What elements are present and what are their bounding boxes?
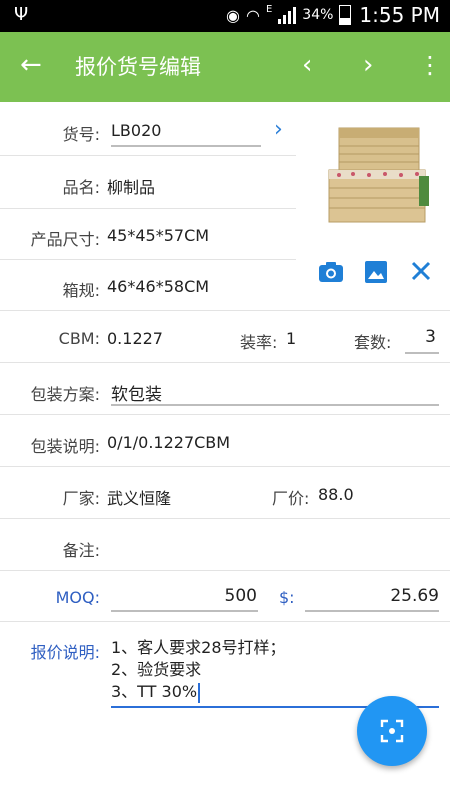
product-name-label: 品名: — [62, 178, 100, 197]
price-label: $: — [279, 588, 295, 607]
scan-icon — [380, 719, 404, 743]
back-arrow-icon[interactable]: ← — [20, 50, 42, 80]
usb-icon: Ψ — [14, 4, 29, 25]
moq-underline — [111, 610, 258, 612]
quote-note-label: 报价说明: — [30, 643, 100, 662]
eye-icon: ◉ — [226, 5, 240, 25]
product-size-row: 产品尺寸: 45*45*57CM — [0, 209, 450, 260]
item-no-label: 货号: — [62, 125, 100, 144]
quote-note-line: 2、验货要求 — [111, 660, 202, 679]
remark-label: 备注: — [62, 541, 100, 560]
carton-size-label: 箱规: — [62, 281, 100, 300]
remark-row: 备注: — [0, 520, 450, 571]
factory-price-value: 88.0 — [318, 485, 354, 504]
moq-field[interactable]: 500 — [225, 586, 257, 606]
packing-plan-label: 包装方案: — [30, 385, 100, 404]
row-divider — [0, 518, 450, 519]
packing-plan-underline — [111, 404, 439, 406]
product-size-value: 45*45*57CM — [107, 226, 210, 245]
sets-field[interactable]: 3 — [425, 327, 436, 347]
moq-row: MOQ: 500 $: 25.69 — [0, 571, 450, 622]
factory-value: 武义恒隆 — [107, 489, 172, 508]
scan-fab-button[interactable] — [357, 696, 427, 766]
page-title: 报价货号编辑 — [75, 55, 201, 79]
text-cursor — [198, 682, 201, 703]
cbm-label: CBM: — [58, 329, 100, 348]
cbm-value: 0.1227 — [107, 329, 163, 348]
chevron-right-icon[interactable]: › — [274, 117, 283, 142]
packing-desc-label: 包装说明: — [30, 437, 100, 456]
carton-size-value: 46*46*58CM — [107, 277, 210, 296]
packing-rate-label: 装率: — [240, 333, 278, 352]
battery-icon — [339, 5, 352, 25]
row-divider — [0, 310, 450, 311]
app-toolbar: ← 报价货号编辑 ‹ › ⋮ — [0, 32, 450, 102]
quote-note-field[interactable]: 1、客人要求28号打样； 2、验货要求 3、TT 30% — [111, 637, 439, 703]
cbm-row: CBM: 0.1227 装率: 1 套数: 3 — [0, 312, 450, 363]
factory-row: 厂家: 武义恒隆 厂价: 88.0 — [0, 468, 450, 519]
sets-label: 套数: — [354, 333, 392, 352]
item-no-underline — [111, 145, 261, 147]
signal-icon — [278, 6, 297, 24]
status-bar: Ψ ◉ ◠ E 34% 1:55 PM — [0, 0, 450, 32]
moq-label: MOQ: — [55, 588, 100, 607]
price-field[interactable]: 25.69 — [390, 586, 439, 606]
packing-desc-value: 0/1/0.1227CBM — [107, 433, 231, 452]
network-type: E — [265, 3, 273, 15]
product-size-label: 产品尺寸: — [30, 230, 100, 249]
row-divider — [0, 414, 450, 415]
wifi-icon: ◠ — [245, 5, 260, 25]
quote-note-line: 1、客人要求28号打样； — [111, 638, 286, 657]
packing-plan-row: 包装方案: 软包装 — [0, 364, 450, 415]
previous-icon[interactable]: ‹ — [302, 50, 312, 80]
factory-label: 厂家: — [62, 489, 100, 508]
product-name-value: 柳制品 — [107, 178, 156, 197]
packing-plan-field[interactable]: 软包装 — [111, 380, 162, 405]
row-divider — [0, 466, 450, 467]
row-divider — [0, 362, 450, 363]
more-vert-icon[interactable]: ⋮ — [418, 50, 442, 80]
packing-desc-row: 包装说明: 0/1/0.1227CBM — [0, 416, 450, 467]
factory-price-label: 厂价: — [272, 489, 310, 508]
row-divider — [0, 621, 450, 622]
clock: 1:55 PM — [359, 3, 440, 27]
next-icon[interactable]: › — [363, 50, 373, 80]
quote-note-line-text: 3、TT 30% — [111, 682, 198, 701]
packing-rate-value: 1 — [286, 329, 297, 348]
carton-size-row: 箱规: 46*46*58CM — [0, 260, 450, 311]
battery-percent: 34% — [302, 7, 334, 23]
row-divider — [0, 155, 296, 156]
sets-underline — [405, 352, 439, 354]
item-no-field[interactable]: LB020 — [111, 121, 161, 140]
product-name-row: 品名: 柳制品 — [0, 158, 450, 209]
price-underline — [305, 610, 439, 612]
